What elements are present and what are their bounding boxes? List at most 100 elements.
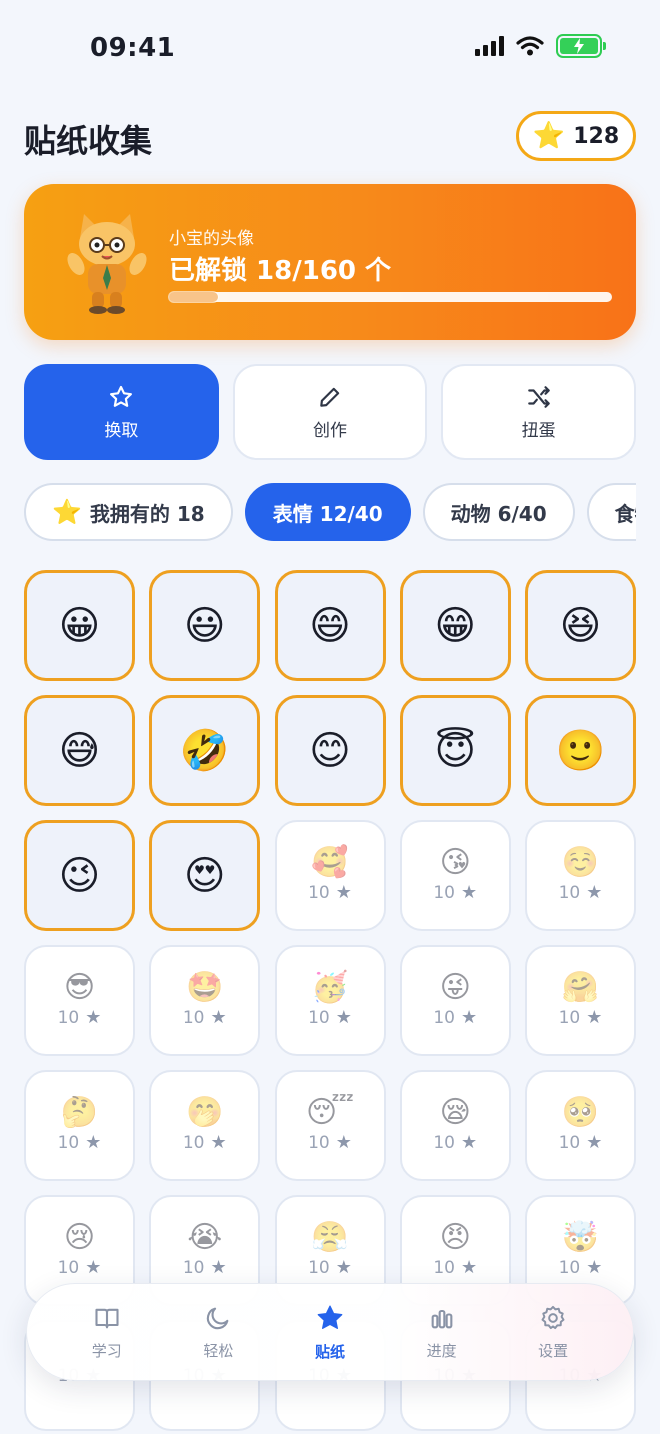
- star-icon: ★: [210, 1007, 227, 1028]
- star-icon: ★: [335, 1007, 352, 1028]
- tab-relax[interactable]: 轻松: [178, 1304, 258, 1361]
- chip-animals-label: 动物 6/40: [450, 501, 547, 526]
- chip-owned[interactable]: ⭐ 我拥有的 18: [24, 483, 233, 541]
- tab-learn[interactable]: 学习: [67, 1304, 147, 1361]
- sticker-tile-locked[interactable]: 🤩 10 ★: [149, 945, 261, 1056]
- sticker-cost: 10★: [433, 1007, 477, 1028]
- sticker-tile-locked[interactable]: 😪 10 ★: [399, 1070, 511, 1181]
- pencil-icon: [320, 387, 340, 407]
- sticker-cost: 10★: [183, 1132, 227, 1153]
- banner-subtitle: 小宝的头像: [169, 229, 254, 249]
- sticker-tile-owned[interactable]: 😉: [24, 820, 135, 931]
- page-title: 贴纸收集: [24, 122, 153, 160]
- sticker-cost: 10★: [58, 1007, 102, 1028]
- sticker-emoji: 😆: [559, 602, 602, 649]
- sticker-tile-owned[interactable]: 🙂: [525, 695, 636, 806]
- sticker-cost: 10★: [559, 1132, 603, 1153]
- sticker-emoji: 😇: [434, 727, 477, 774]
- star-icon: ★: [210, 1132, 227, 1153]
- sticker-tile-owned[interactable]: 😍: [149, 820, 261, 931]
- tab-stickers[interactable]: 贴纸: [290, 1303, 370, 1362]
- sticker-tile-locked[interactable]: 🤔 10 ★: [24, 1070, 135, 1181]
- sticker-tile-locked[interactable]: ☺️ 10 ★: [525, 820, 636, 931]
- sticker-tile-owned[interactable]: 😊: [274, 695, 386, 806]
- sticker-tile-owned[interactable]: 😁: [399, 570, 511, 681]
- star-icon: ★: [85, 1007, 102, 1028]
- sticker-cost: 10★: [433, 1132, 477, 1153]
- sticker-tile-owned[interactable]: 😇: [399, 695, 511, 806]
- sticker-tile-locked[interactable]: 😎 10 ★: [24, 945, 135, 1056]
- tab-progress[interactable]: 进度: [402, 1304, 482, 1361]
- chip-animals[interactable]: 动物 6/40: [422, 483, 575, 541]
- sticker-cost-value: 10: [433, 1257, 455, 1278]
- tab-settings[interactable]: 设置: [513, 1304, 593, 1361]
- sticker-tile-owned[interactable]: 😅: [24, 695, 135, 806]
- status-icons: [475, 34, 606, 58]
- sticker-cost-value: 10: [433, 1007, 455, 1028]
- sticker-tile-locked[interactable]: 😜 10 ★: [399, 945, 511, 1056]
- sticker-emoji: 😃: [183, 602, 226, 649]
- sticker-emoji: 🤩: [186, 970, 224, 1005]
- sticker-emoji: 😀: [58, 602, 101, 649]
- tab-relax-label: 轻松: [203, 1341, 234, 1360]
- sticker-emoji: 🤣: [179, 727, 230, 774]
- sticker-emoji: 🤔: [60, 1095, 99, 1130]
- star-outline-icon: [110, 385, 133, 407]
- sticker-emoji: 😘: [439, 845, 471, 880]
- star-icon: ★: [586, 1132, 603, 1153]
- sticker-emoji: 😴: [305, 1095, 355, 1130]
- sticker-tile-owned[interactable]: 😆: [525, 570, 636, 681]
- sticker-emoji: 😅: [58, 727, 101, 774]
- sticker-tile-owned[interactable]: 😃: [149, 570, 261, 681]
- sticker-cost: 10★: [433, 1257, 477, 1278]
- sticker-emoji: 😊: [309, 727, 351, 774]
- sticker-tile-locked[interactable]: 😴 10 ★: [274, 1070, 386, 1181]
- sticker-tile-locked[interactable]: 🤗 10 ★: [525, 945, 636, 1056]
- sticker-tile-owned[interactable]: 😀: [24, 570, 135, 681]
- bottom-tab-bar: 学习 轻松 贴纸 进度 设置: [26, 1283, 634, 1381]
- sticker-emoji: 🤭: [186, 1095, 224, 1130]
- sticker-cost: 10★: [308, 1007, 352, 1028]
- sticker-tile-locked[interactable]: 🥺 10 ★: [525, 1070, 636, 1181]
- exchange-label: 换取: [104, 420, 139, 441]
- star-icon: ★: [210, 1257, 227, 1278]
- sticker-cost: 10★: [308, 882, 352, 903]
- unlock-progress-fill: [169, 292, 218, 302]
- battery-icon: [556, 34, 606, 58]
- sticker-emoji: 😢: [63, 1220, 96, 1255]
- coin-balance[interactable]: ⭐ 128: [516, 111, 636, 161]
- sticker-emoji: 🥰: [311, 845, 349, 880]
- create-label: 创作: [313, 420, 347, 441]
- sticker-cost-value: 10: [57, 1007, 80, 1028]
- star-icon: ★: [85, 1257, 102, 1278]
- sticker-emoji: 🥺: [561, 1095, 600, 1130]
- star-icon: ★: [85, 1132, 102, 1153]
- sticker-cost-value: 10: [433, 1132, 455, 1153]
- exchange-button[interactable]: 换取: [24, 364, 219, 460]
- sticker-tile-owned[interactable]: 😄: [274, 570, 386, 681]
- sticker-cost: 10★: [308, 1257, 352, 1278]
- sticker-emoji: 🤯: [561, 1220, 600, 1255]
- shuffle-icon: [527, 385, 550, 408]
- sticker-emoji: 😜: [439, 970, 471, 1005]
- sticker-cost-value: 10: [308, 1007, 330, 1028]
- create-button[interactable]: 创作: [232, 364, 428, 460]
- chip-expressions[interactable]: 表情 12/40: [244, 483, 411, 541]
- tab-learn-label: 学习: [91, 1341, 122, 1360]
- collection-banner: 小宝的头像 已解锁 18/160 个: [24, 184, 636, 340]
- sticker-tile-owned[interactable]: 🤣: [149, 695, 261, 806]
- sticker-cost-value: 10: [308, 882, 330, 903]
- coin-count: 128: [573, 123, 620, 149]
- gacha-button[interactable]: 扭蛋: [441, 364, 637, 460]
- sticker-emoji: ☺️: [561, 845, 600, 880]
- chip-food[interactable]: 食物: [586, 483, 636, 541]
- sticker-tile-locked[interactable]: 🥰 10 ★: [274, 820, 386, 931]
- sticker-cost-value: 10: [182, 1257, 205, 1278]
- chip-food-label: 食物: [614, 501, 636, 526]
- book-icon: [95, 1308, 119, 1328]
- sticker-cost-value: 10: [182, 1007, 205, 1028]
- sticker-tile-locked[interactable]: 🥳 10 ★: [274, 945, 386, 1056]
- sticker-tile-locked[interactable]: 🤭 10 ★: [149, 1070, 261, 1181]
- sticker-tile-locked[interactable]: 😘 10 ★: [399, 820, 511, 931]
- tab-settings-label: 设置: [538, 1341, 569, 1360]
